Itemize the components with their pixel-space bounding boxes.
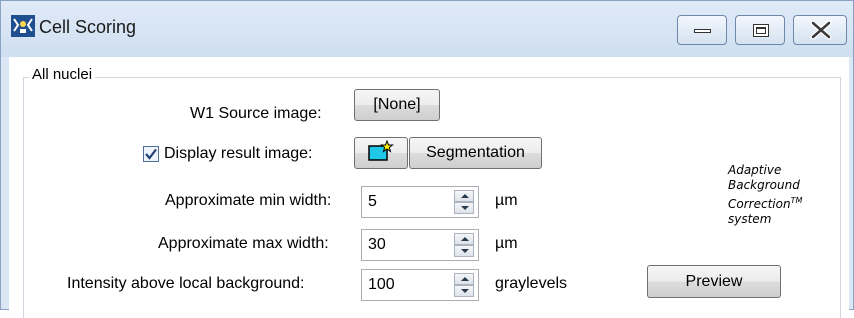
trademark-mark: TM [790,196,803,205]
max-width-label: Approximate max width: [158,235,329,252]
abc-line-4: system [728,212,772,226]
intensity-spinner[interactable]: 100 [361,269,479,301]
spin-down-icon[interactable] [454,285,474,297]
abc-line-3: Correction [728,197,791,211]
max-width-spinner[interactable]: 30 [361,229,479,261]
new-image-icon [367,139,395,167]
close-button[interactable] [793,15,847,45]
spin-down-icon[interactable] [454,202,474,214]
min-width-spinner[interactable]: 5 [361,186,479,218]
preview-button[interactable]: Preview [647,265,781,298]
maximize-button[interactable] [735,15,785,45]
abc-line-1: Adaptive [728,163,782,177]
close-icon [808,20,834,40]
minimize-icon [694,29,711,33]
min-width-unit: µm [495,192,518,209]
segmentation-button[interactable]: Segmentation [409,137,542,169]
cell-scoring-app-icon [11,15,35,37]
minimize-button[interactable] [677,15,727,45]
spin-up-icon[interactable] [454,233,474,245]
max-width-unit: µm [495,235,518,252]
max-width-value: 30 [368,236,386,253]
min-width-value: 5 [368,193,377,210]
intensity-value: 100 [368,276,395,293]
new-image-button[interactable] [354,137,408,169]
maximize-icon [753,24,769,37]
intensity-label: Intensity above local background: [67,275,305,292]
abc-line-2: Background [728,178,800,192]
window-title: Cell Scoring [39,17,137,37]
spin-down-icon[interactable] [454,245,474,257]
dialog-client-area: All nuclei W1 Source image: [None] Displ… [9,57,849,318]
source-image-label: W1 Source image: [190,105,322,122]
abc-system-note: Adaptive Background CorrectionTM system [728,163,802,227]
display-result-label: Display result image: [164,145,313,162]
title-bar[interactable]: Cell Scoring [1,1,853,57]
group-title: All nuclei [29,66,96,83]
checkmark-icon [145,148,157,160]
cell-scoring-window: Cell Scoring All nuclei W1 Source image:… [0,0,854,318]
source-image-button[interactable]: [None] [354,89,440,121]
spin-up-icon[interactable] [454,190,474,202]
spin-up-icon[interactable] [454,273,474,285]
min-width-label: Approximate min width: [165,192,332,209]
display-result-checkbox[interactable] [143,146,159,162]
intensity-unit: graylevels [495,275,568,292]
